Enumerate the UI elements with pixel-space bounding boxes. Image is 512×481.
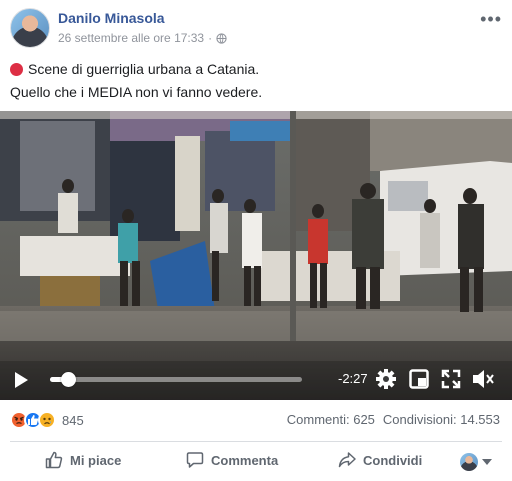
reactions-summary[interactable]: 845: [10, 408, 84, 432]
video-player[interactable]: [0, 111, 512, 400]
post-actions: Mi piace Commenta Condividi: [0, 442, 512, 481]
pip-icon[interactable]: [409, 369, 429, 389]
video-frame: [0, 111, 512, 400]
like-button-label: Mi piace: [70, 452, 122, 468]
share-icon: [338, 452, 356, 468]
share-button[interactable]: Condividi: [338, 451, 422, 469]
post-timestamp[interactable]: 26 settembre alle ore 17:33: [58, 31, 204, 45]
author-name[interactable]: Danilo Minasola: [58, 10, 165, 26]
reaction-count: 845: [62, 412, 84, 428]
share-as-selector[interactable]: [460, 453, 492, 471]
volume-muted-icon[interactable]: [471, 368, 495, 390]
like-button[interactable]: Mi piace: [45, 451, 121, 469]
author-avatar[interactable]: [10, 8, 50, 48]
settings-icon[interactable]: [375, 368, 397, 390]
comment-button[interactable]: Commenta: [186, 451, 278, 469]
post-text: Scene di guerriglia urbana a Catania. Qu…: [10, 58, 262, 104]
globe-icon[interactable]: [216, 32, 227, 44]
thumbs-up-icon: [45, 451, 63, 469]
video-time-remaining: -2:27: [338, 371, 368, 386]
fullscreen-icon[interactable]: [441, 369, 461, 389]
comment-icon: [186, 452, 204, 468]
play-icon[interactable]: [13, 371, 29, 389]
more-options-icon[interactable]: •••: [480, 9, 502, 30]
caret-down-icon: [482, 459, 492, 465]
post-text-line-2: Quello che i MEDIA non vi fanno vedere.: [10, 84, 263, 100]
shares-count[interactable]: Condivisioni: 14.553: [383, 412, 500, 427]
share-button-label: Condividi: [363, 452, 423, 468]
engagement-stats: Commenti: 625 Condivisioni: 14.553: [287, 412, 500, 427]
video-progress-knob[interactable]: [60, 372, 76, 387]
post-meta: 26 settembre alle ore 17:33 ·: [58, 31, 227, 45]
comments-count[interactable]: Commenti: 625: [287, 412, 375, 427]
comment-button-label: Commenta: [211, 452, 279, 468]
post-header: Danilo Minasola 26 settembre alle ore 17…: [0, 0, 512, 52]
sad-reaction-icon: [38, 411, 56, 429]
user-avatar: [460, 453, 478, 471]
video-progress-bar[interactable]: [50, 372, 302, 387]
red-circle-icon: [10, 63, 23, 76]
post-text-line-1: Scene di guerriglia urbana a Catania.: [10, 58, 262, 81]
